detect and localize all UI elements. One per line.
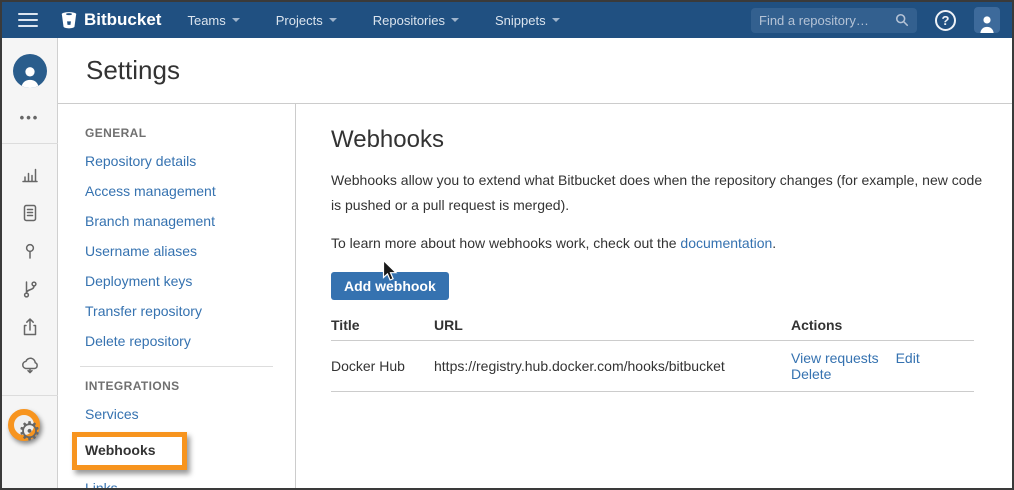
webhook-actions: View requests Edit Delete xyxy=(791,341,974,392)
person-icon xyxy=(17,64,43,88)
repo-search-box[interactable] xyxy=(751,8,917,33)
chevron-down-icon xyxy=(232,18,240,22)
settings-nav-links[interactable]: Links xyxy=(85,473,295,490)
settings-nav-branch-management[interactable]: Branch management xyxy=(85,206,295,236)
settings-page-header: Settings xyxy=(58,38,1012,104)
nav-menu-teams[interactable]: Teams xyxy=(187,13,239,28)
pull-requests-icon[interactable] xyxy=(2,308,58,345)
settings-nav-repository-details[interactable]: Repository details xyxy=(85,146,295,176)
settings-nav: GENERAL Repository details Access manage… xyxy=(58,104,296,488)
search-input[interactable] xyxy=(759,13,895,28)
hamburger-menu-icon[interactable] xyxy=(18,13,38,27)
branches-icon[interactable] xyxy=(2,270,58,307)
settings-nav-deployment-keys[interactable]: Deployment keys xyxy=(85,266,295,296)
add-webhook-button[interactable]: Add webhook xyxy=(331,272,449,300)
documentation-link[interactable]: documentation xyxy=(680,235,772,251)
column-header-url: URL xyxy=(434,313,791,341)
settings-nav-transfer-repository[interactable]: Transfer repository xyxy=(85,296,295,326)
downloads-cloud-icon[interactable] xyxy=(2,346,58,383)
nav-menu-snippets[interactable]: Snippets xyxy=(495,13,560,28)
nav-section-integrations: INTEGRATIONS xyxy=(85,379,295,393)
bitbucket-bucket-icon xyxy=(60,11,78,29)
more-options-icon[interactable]: ••• xyxy=(20,110,40,125)
webhook-url: https://registry.hub.docker.com/hooks/bi… xyxy=(434,341,791,392)
webhooks-content: Webhooks Webhooks allow you to extend wh… xyxy=(296,104,1012,488)
view-requests-link[interactable]: View requests xyxy=(791,350,879,366)
overview-chart-icon[interactable] xyxy=(2,156,58,193)
column-header-title: Title xyxy=(331,313,434,341)
user-avatar[interactable] xyxy=(974,7,1000,33)
webhooks-description: Webhooks allow you to extend what Bitbuc… xyxy=(331,168,988,218)
chevron-down-icon xyxy=(451,18,459,22)
table-header-row: Title URL Actions xyxy=(331,313,974,341)
column-header-actions: Actions xyxy=(791,313,974,341)
chevron-down-icon xyxy=(552,18,560,22)
source-document-icon[interactable] xyxy=(2,194,58,231)
settings-nav-username-aliases[interactable]: Username aliases xyxy=(85,236,295,266)
divider xyxy=(2,395,58,396)
divider xyxy=(2,143,58,144)
annotation-highlight-box: Webhooks xyxy=(72,432,187,470)
nav-menu-projects[interactable]: Projects xyxy=(276,13,337,28)
bitbucket-window: Bitbucket Teams Projects Repositories Sn… xyxy=(0,0,1014,490)
settings-nav-webhooks-active[interactable]: Webhooks xyxy=(85,442,156,458)
page-title: Settings xyxy=(86,55,180,86)
chevron-down-icon xyxy=(329,18,337,22)
help-icon[interactable]: ? xyxy=(935,10,956,31)
repo-avatar[interactable] xyxy=(13,54,47,88)
divider xyxy=(80,366,273,367)
commits-icon[interactable] xyxy=(2,232,58,269)
settings-nav-services[interactable]: Services xyxy=(85,399,295,429)
settings-nav-delete-repository[interactable]: Delete repository xyxy=(85,326,295,356)
webhooks-learn-more: To learn more about how webhooks work, c… xyxy=(331,231,988,256)
brand-label: Bitbucket xyxy=(84,10,161,30)
nav-section-general: GENERAL xyxy=(85,126,295,140)
settings-gear-icon[interactable]: ⚙ xyxy=(18,419,41,445)
webhooks-heading: Webhooks xyxy=(331,126,988,154)
bitbucket-logo[interactable]: Bitbucket xyxy=(60,10,161,30)
webhooks-table: Title URL Actions Docker Hub https://reg… xyxy=(331,313,974,392)
navbar-menus: Teams Projects Repositories Snippets xyxy=(187,13,559,28)
nav-menu-repositories[interactable]: Repositories xyxy=(373,13,459,28)
repo-icon-sidebar: ••• ⚙ xyxy=(2,38,58,488)
table-row: Docker Hub https://registry.hub.docker.c… xyxy=(331,341,974,392)
edit-link[interactable]: Edit xyxy=(896,350,920,366)
top-navbar: Bitbucket Teams Projects Repositories Sn… xyxy=(2,2,1012,38)
settings-nav-access-management[interactable]: Access management xyxy=(85,176,295,206)
person-icon xyxy=(977,14,997,33)
delete-link[interactable]: Delete xyxy=(791,366,831,382)
search-icon xyxy=(895,13,909,27)
webhook-title: Docker Hub xyxy=(331,341,434,392)
